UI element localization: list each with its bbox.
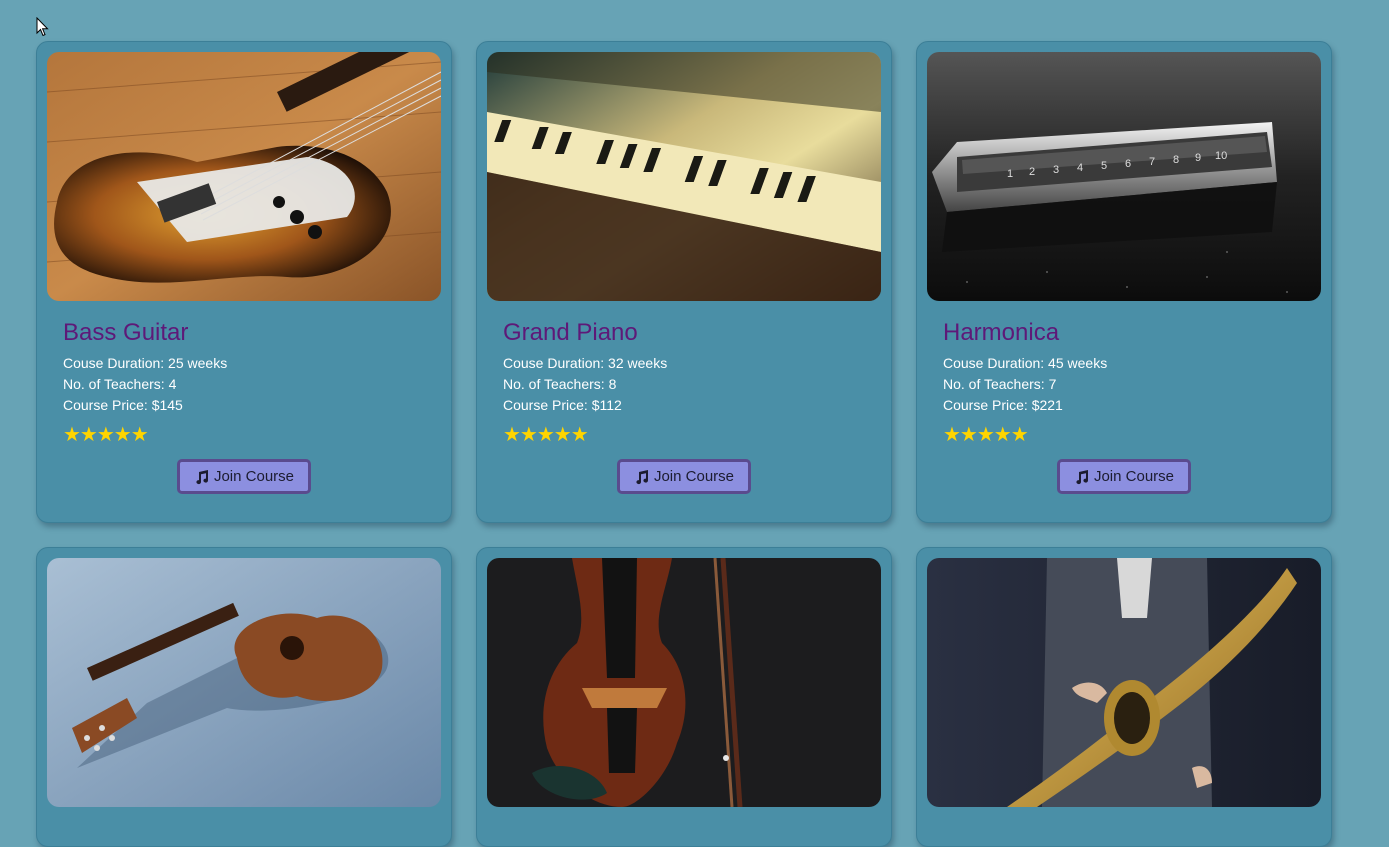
join-course-button[interactable]: Join Course — [1056, 459, 1192, 494]
course-price: Course Price: $221 — [943, 397, 1063, 413]
svg-text:6: 6 — [1125, 158, 1131, 170]
violin-image — [487, 558, 881, 807]
course-card-saxophone — [916, 547, 1332, 847]
join-course-button[interactable]: Join Course — [616, 459, 752, 494]
svg-text:4: 4 — [1077, 162, 1083, 174]
svg-text:8: 8 — [1173, 154, 1179, 166]
course-teachers: No. of Teachers: 8 — [503, 376, 617, 392]
course-title: Harmonica — [943, 319, 1060, 346]
grand-piano-image — [487, 52, 881, 301]
course-duration: Couse Duration: 32 weeks — [503, 355, 668, 371]
svg-text:1: 1 — [1007, 168, 1013, 180]
course-grid: Bass Guitar Couse Duration: 25 weeks No.… — [36, 41, 1332, 847]
music-note-icon — [194, 469, 210, 485]
course-price: Course Price: $145 — [63, 397, 183, 413]
ukulele-image — [47, 558, 441, 807]
svg-text:10: 10 — [1215, 150, 1227, 162]
music-note-icon — [634, 469, 650, 485]
join-course-label: Join Course — [653, 468, 735, 485]
course-price: Course Price: $112 — [503, 397, 622, 413]
harmonica-image: 1 2 3 4 5 6 7 8 9 10 — [927, 52, 1321, 301]
svg-text:7: 7 — [1149, 156, 1155, 168]
course-card-bass-guitar: Bass Guitar Couse Duration: 25 weeks No.… — [36, 41, 452, 523]
svg-text:2: 2 — [1029, 166, 1035, 178]
course-teachers: No. of Teachers: 4 — [63, 376, 177, 392]
join-course-button[interactable]: Join Course — [176, 459, 312, 494]
course-teachers: No. of Teachers: 7 — [943, 376, 1057, 392]
svg-text:5: 5 — [1101, 160, 1107, 172]
course-card-ukulele — [36, 547, 452, 847]
star-rating: ★★★★★ — [943, 422, 1029, 446]
mouse-cursor-icon — [36, 17, 49, 37]
svg-text:3: 3 — [1053, 164, 1059, 176]
course-title: Grand Piano — [503, 319, 638, 346]
saxophone-image — [927, 558, 1321, 807]
star-rating: ★★★★★ — [503, 422, 589, 446]
music-note-icon — [1074, 469, 1090, 485]
course-card-harmonica: 1 2 3 4 5 6 7 8 9 10 Harmonica Couse Duration:… — [916, 41, 1332, 523]
course-card-violin — [476, 547, 892, 847]
star-rating: ★★★★★ — [63, 422, 149, 446]
join-course-label: Join Course — [213, 468, 295, 485]
course-duration: Couse Duration: 45 weeks — [943, 355, 1108, 371]
course-title: Bass Guitar — [63, 319, 189, 346]
svg-text:9: 9 — [1195, 152, 1201, 164]
join-course-label: Join Course — [1093, 468, 1175, 485]
course-card-grand-piano: Grand Piano Couse Duration: 32 weeks No.… — [476, 41, 892, 523]
bass-guitar-image — [47, 52, 441, 301]
course-duration: Couse Duration: 25 weeks — [63, 355, 228, 371]
